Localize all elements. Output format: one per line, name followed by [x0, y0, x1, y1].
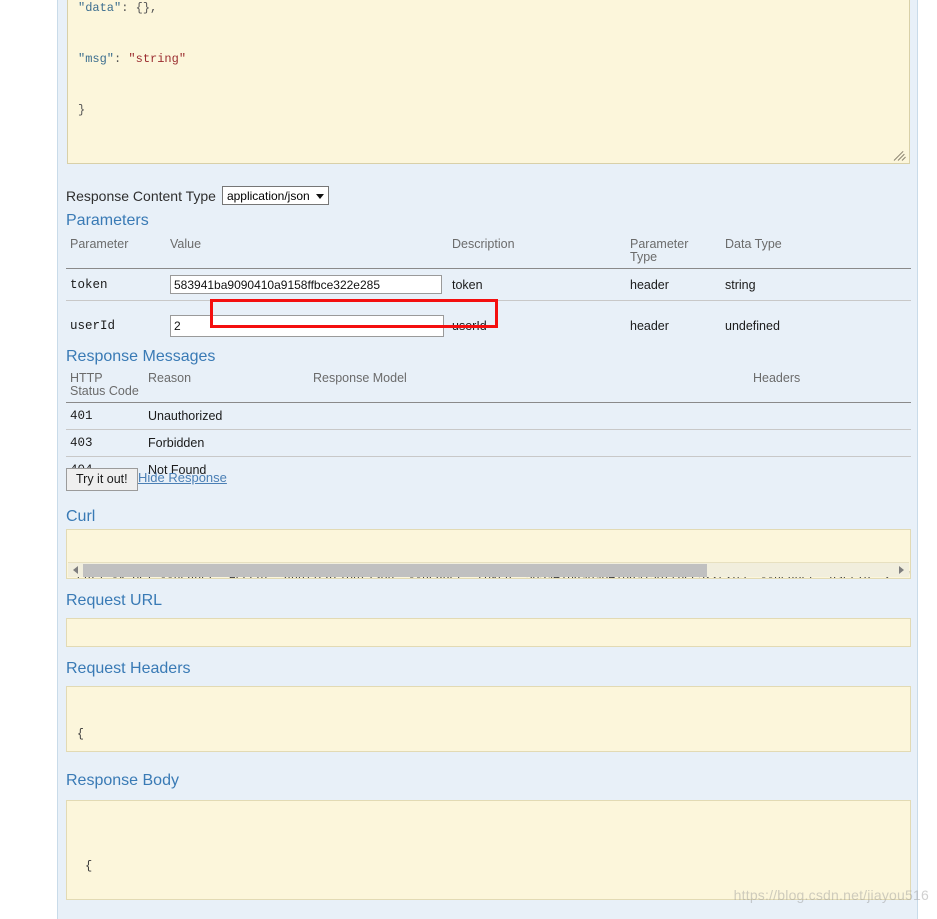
col-parameter-type: Parameter Type [630, 237, 689, 264]
param-type-userid: header [626, 300, 721, 351]
model-comma-1: , [150, 1, 158, 15]
curl-horizontal-scrollbar[interactable] [68, 562, 909, 577]
response-messages-header-row: HTTP Status Code Reason Response Model H… [66, 370, 911, 403]
status-headers-404 [749, 456, 911, 483]
response-messages-table: HTTP Status Code Reason Response Model H… [66, 370, 911, 483]
status-headers-403 [749, 429, 911, 457]
response-content-type-select[interactable]: application/json [221, 186, 329, 205]
model-schema-line: } [78, 102, 899, 119]
response-messages-title: Response Messages [66, 348, 216, 365]
parameters-title: Parameters [66, 212, 149, 229]
chevron-down-icon [315, 193, 324, 199]
model-schema-line: "data": {}, [78, 0, 899, 17]
status-reason-403: Forbidden [144, 429, 309, 457]
status-model-403 [309, 429, 749, 457]
status-reason-401: Unauthorized [144, 402, 309, 430]
status-headers-401 [749, 402, 911, 430]
param-value-cell-userid [166, 300, 448, 351]
model-key-msg: "msg" [78, 52, 115, 66]
col-description: Description [452, 237, 515, 251]
table-row: userId userId header undefined [66, 300, 911, 351]
response-body-open-brace: { [85, 859, 93, 873]
col-value: Value [170, 237, 202, 251]
curl-title: Curl [66, 508, 96, 525]
response-body-box: { "code": 401, "msg": "登录信息已过期,请重新登录" } [66, 800, 911, 900]
status-code-403: 403 [66, 429, 144, 457]
request-url-title: Request URL [66, 592, 163, 609]
model-sep-2: : [114, 52, 129, 66]
operation-content-panel: "code": 0, "data": {}, "msg": "string" }… [57, 0, 918, 919]
status-code-401: 401 [66, 402, 144, 430]
curl-code-box[interactable]: curl -X GET --header 'Accept: applicatio… [66, 529, 911, 579]
table-row: 403 Forbidden [66, 429, 911, 457]
scrollbar-thumb[interactable] [83, 563, 708, 577]
col-headers: Headers [753, 371, 801, 385]
response-body-title: Response Body [66, 772, 179, 789]
param-value-cell-token [166, 268, 448, 301]
request-url-box: http://localhost:10086/adminUser/info [66, 618, 911, 647]
col-http-status-code: HTTP Status Code [70, 371, 139, 398]
param-name-token: token [66, 268, 166, 301]
param-desc-token: token [448, 268, 626, 301]
col-response-model: Response Model [313, 371, 407, 385]
request-headers-open-brace: { [77, 728, 84, 741]
model-schema-textarea[interactable]: "code": 0, "data": {}, "msg": "string" } [67, 0, 910, 164]
try-it-out-button[interactable]: Try it out! [66, 468, 138, 491]
status-model-401 [309, 402, 749, 430]
response-content-type-value: application/json [226, 189, 310, 203]
userid-input[interactable] [170, 315, 444, 337]
response-content-type-row: Response Content Type application/json [66, 186, 329, 205]
request-headers-title: Request Headers [66, 660, 191, 677]
model-value-data: {} [135, 1, 151, 15]
triangle-right-icon[interactable] [894, 563, 909, 578]
model-value-msg: "string" [128, 52, 187, 66]
request-headers-box: { "Accept": "application/json", "token":… [66, 686, 911, 752]
param-name-userid: userId [66, 300, 166, 351]
status-model-404 [309, 456, 749, 483]
model-close-brace: } [78, 103, 86, 117]
token-input[interactable] [170, 275, 442, 294]
table-row: 401 Unauthorized [66, 402, 911, 430]
hide-response-link[interactable]: Hide Response [138, 470, 227, 485]
col-reason: Reason [148, 371, 192, 385]
param-datatype-token: string [721, 268, 911, 301]
scrollbar-track[interactable] [83, 563, 894, 577]
screenshot-root: "code": 0, "data": {}, "msg": "string" }… [0, 0, 937, 919]
triangle-left-icon[interactable] [68, 563, 83, 578]
response-content-type-label: Response Content Type [66, 187, 216, 204]
model-key-data: "data" [78, 1, 122, 15]
param-desc-userid: userId [448, 300, 626, 351]
param-datatype-userid: undefined [721, 300, 911, 351]
textarea-resize-grip-icon[interactable] [893, 148, 907, 161]
col-data-type: Data Type [725, 237, 782, 251]
col-parameter: Parameter [70, 237, 129, 251]
parameters-table-header-row: Parameter Value Description Parameter Ty… [66, 236, 911, 269]
model-sep-1: : [121, 1, 136, 15]
param-type-token: header [626, 268, 721, 301]
parameters-table: Parameter Value Description Parameter Ty… [66, 236, 911, 351]
table-row: token token header string [66, 268, 911, 301]
model-schema-line: "msg": "string" [78, 51, 899, 68]
